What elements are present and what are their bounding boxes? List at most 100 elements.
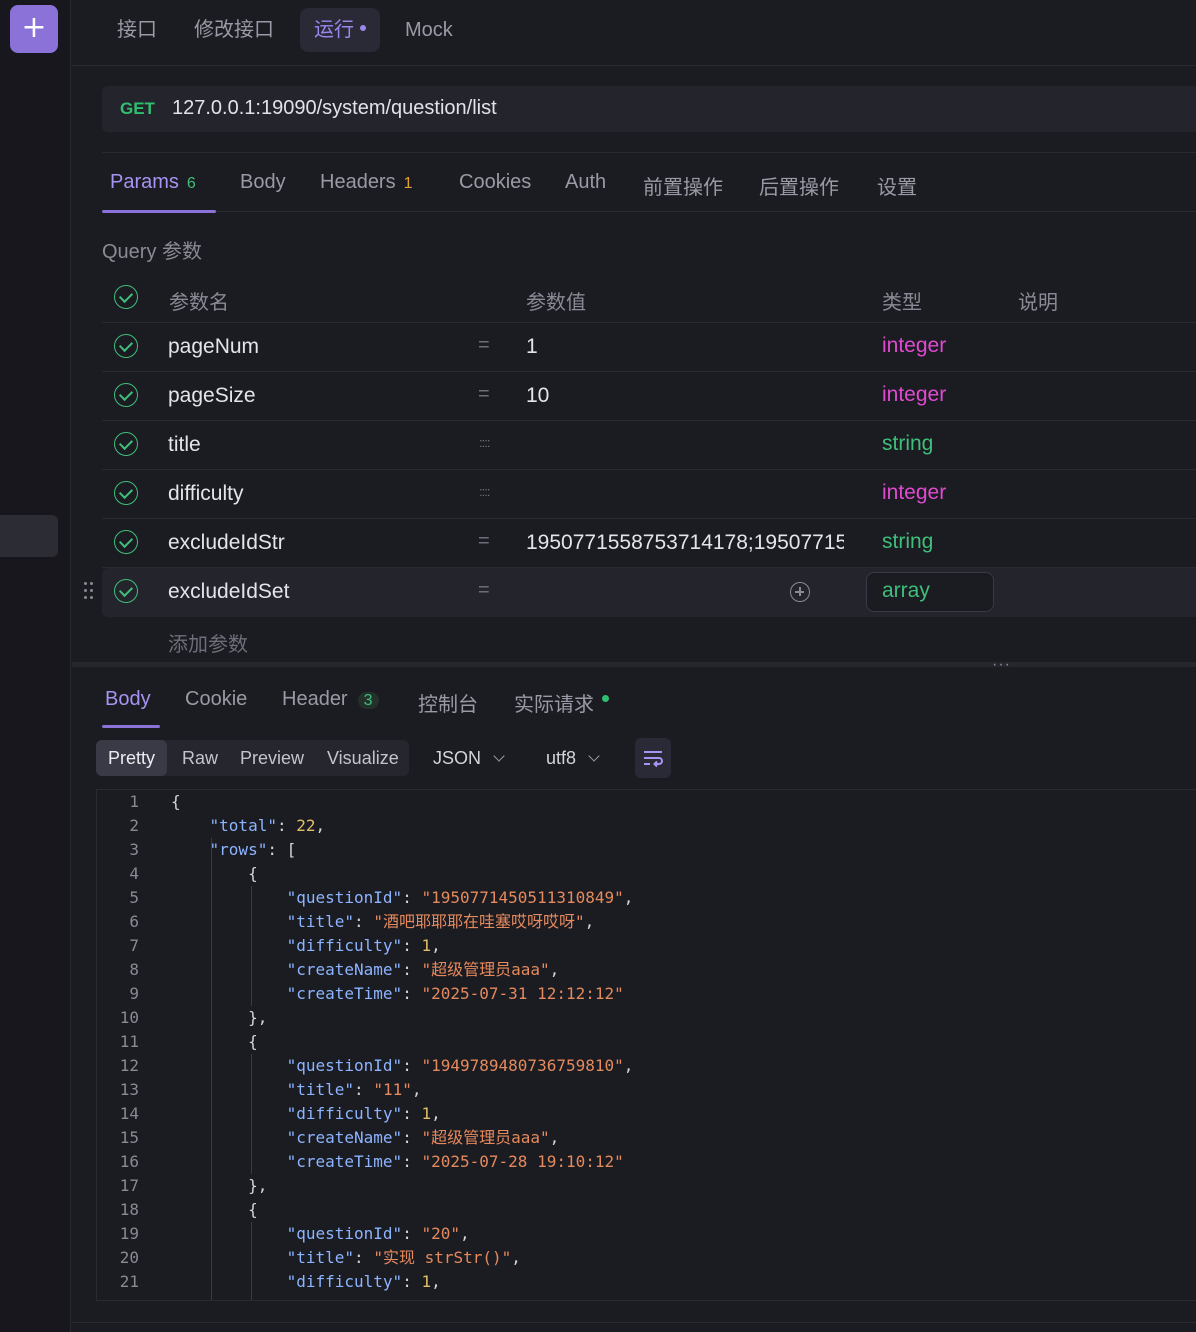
param-name[interactable]: pageNum [168,335,259,359]
line-content: "createName": "超级管理员aaa", [286,1128,560,1147]
tab-interface[interactable]: 接口 [103,8,171,52]
tab-pre-operations[interactable]: 前置操作 [643,171,723,200]
drag-handle-icon[interactable] [84,582,94,602]
line-content: "difficulty": 1, [286,936,441,955]
tab-headers[interactable]: Headers 1 [320,171,413,194]
header-param-type: 类型 [882,292,922,314]
sidebar-selected-item[interactable] [0,515,58,557]
param-checkbox[interactable] [114,530,138,554]
param-separator: :::: [479,484,490,499]
param-checkbox[interactable] [114,334,138,358]
line-content: { [171,792,181,811]
line-content: "title": "11", [286,1080,422,1099]
bottom-divider [72,1322,1196,1323]
params-header-row: 参数名 参数值 类型 说明 [102,274,1196,323]
header-count-badge: 3 [357,692,379,709]
line-number: 7 [129,936,139,955]
response-code-viewer[interactable]: 1{2 "total": 22, 3 "rows": [4 {5 "questio… [96,789,1196,1301]
header-param-desc: 说明 [1018,292,1058,314]
param-value[interactable]: 1950771558753714178;1950771531 [526,531,844,555]
view-raw[interactable]: Raw [170,740,230,776]
line-number: 11 [119,1032,139,1051]
chevron-down-icon [493,750,505,762]
param-name[interactable]: difficulty [168,482,243,506]
view-visualize[interactable]: Visualize [315,740,411,776]
add-param-button[interactable]: 添加参数 [168,628,248,657]
param-type[interactable]: integer [882,481,946,505]
param-name[interactable]: pageSize [168,384,256,408]
select-all-checkbox[interactable] [114,285,138,309]
param-type[interactable]: string [882,530,933,554]
param-separator: = [478,383,490,405]
view-pretty[interactable]: Pretty [96,740,168,776]
line-content: "title": "酒吧耶耶耶在哇塞哎呀哎呀", [286,912,595,931]
chevron-down-icon [588,750,600,762]
line-content: { [171,864,258,883]
code-line: 10 }, [97,1006,1196,1030]
add-button[interactable]: + [10,5,58,53]
active-tab-underline [102,210,216,213]
param-row: excludeIdStr = 1950771558753714178;19507… [102,519,1196,568]
code-line: 14 "difficulty": 1, [97,1102,1196,1126]
param-separator: :::: [479,435,490,450]
param-checkbox[interactable] [114,432,138,456]
param-name[interactable]: excludeIdStr [168,531,285,555]
panel-resizer[interactable] [72,662,1196,667]
add-value-icon[interactable] [790,582,810,602]
param-separator: = [478,579,490,601]
tab-mock[interactable]: Mock [391,8,467,52]
request-section-tabs: Params 6 Body Headers 1 Cookies Auth 前置操作 … [102,152,1196,213]
resp-tab-header[interactable]: Header 3 [282,688,379,711]
line-content: "title": "实现 strStr()", [286,1248,521,1267]
resp-tab-actual-request[interactable]: 实际请求 [514,688,609,717]
param-value[interactable]: 10 [526,384,846,408]
code-line: 6 "title": "酒吧耶耶耶在哇塞哎呀哎呀", [97,910,1196,934]
header-param-value: 参数值 [526,292,586,314]
param-type[interactable]: integer [882,383,946,407]
param-checkbox[interactable] [114,383,138,407]
format-dropdown[interactable]: JSON [433,740,505,776]
param-checkbox[interactable] [114,579,138,603]
line-number: 18 [119,1200,139,1219]
tab-post-operations[interactable]: 后置操作 [759,171,839,200]
param-name[interactable]: title [168,433,201,457]
line-content: "createTime": "2025-07-31 12:12:12" [286,984,624,1003]
http-method[interactable]: GET [120,99,155,119]
code-line: 20 "title": "实现 strStr()", [97,1246,1196,1270]
param-name[interactable]: excludeIdSet [168,580,289,604]
url-bar[interactable]: GET 127.0.0.1:19090/system/question/list [102,86,1196,132]
line-content: "total": 22, [209,816,326,835]
tab-settings[interactable]: 设置 [877,171,917,200]
resp-tab-body[interactable]: Body [105,688,151,711]
view-preview[interactable]: Preview [228,740,316,776]
tab-auth[interactable]: Auth [565,171,606,194]
status-dot-icon [602,695,609,702]
line-number: 6 [129,912,139,931]
unsaved-dot-icon [360,24,366,31]
line-number: 19 [119,1224,139,1243]
tab-body[interactable]: Body [240,171,286,194]
line-number: 8 [129,960,139,979]
param-row-hovered: excludeIdSet = array [84,568,1196,617]
param-type[interactable]: string [882,432,933,456]
word-wrap-button[interactable] [635,738,671,778]
tab-cookies[interactable]: Cookies [459,171,531,194]
param-value[interactable]: 1 [526,335,846,359]
line-number: 12 [119,1056,139,1075]
url-input[interactable]: 127.0.0.1:19090/system/question/list [172,97,497,120]
line-number: 14 [119,1104,139,1123]
resp-tab-actual-label: 实际请求 [514,694,594,716]
encoding-dropdown[interactable]: utf8 [546,740,600,776]
line-number: 20 [119,1248,139,1267]
tab-params[interactable]: Params 6 [110,171,196,194]
resp-tab-console[interactable]: 控制台 [418,688,478,717]
resp-tab-cookie[interactable]: Cookie [185,688,247,711]
tab-run[interactable]: 运行 [300,8,380,52]
tab-edit-interface[interactable]: 修改接口 [180,8,288,52]
param-type[interactable]: array [882,579,930,603]
param-separator: = [478,334,490,356]
param-checkbox[interactable] [114,481,138,505]
encoding-value: utf8 [546,748,577,768]
line-number: 10 [119,1008,139,1027]
param-type[interactable]: integer [882,334,946,358]
